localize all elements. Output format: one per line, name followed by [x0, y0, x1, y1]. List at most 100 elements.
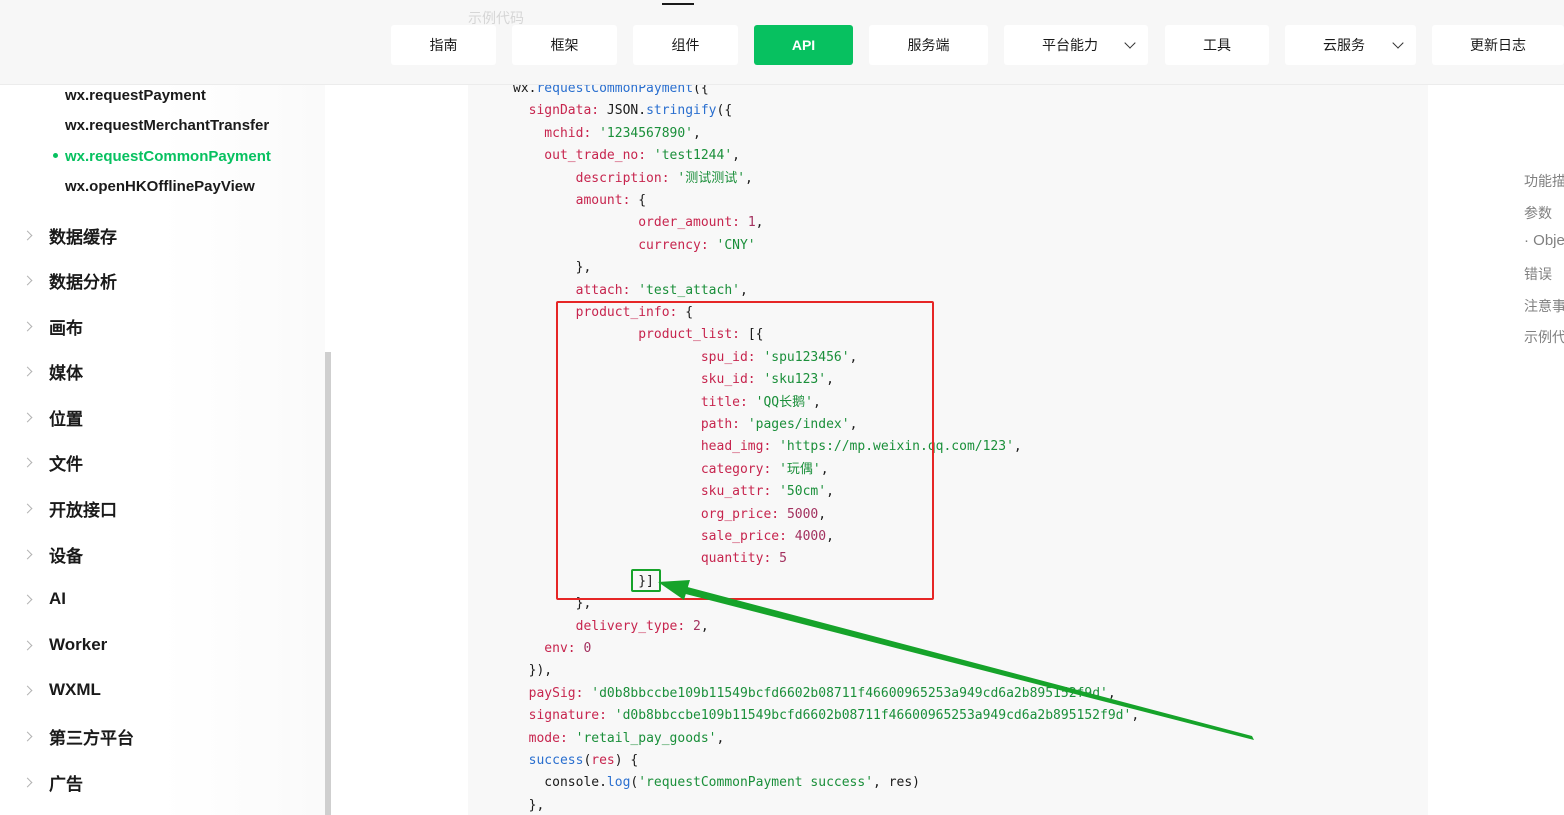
tab-label: 云服务 — [1323, 37, 1365, 53]
code-line: signature: 'd0b8bbccbe109b11549bcfd6602b… — [513, 705, 1140, 727]
tab-platform-capabilities[interactable]: 平台能力 — [1004, 25, 1148, 65]
code-token: order_amount: — [513, 215, 748, 231]
tab-changelog[interactable]: 更新日志 — [1432, 25, 1564, 65]
code-token: , — [745, 170, 753, 186]
code-token: , — [739, 282, 748, 298]
code-token: mode: — [513, 730, 576, 746]
sidebar-item-label: 广告 — [49, 774, 83, 794]
tab-api[interactable]: API — [754, 25, 853, 65]
sidebar-item-label: 设备 — [49, 546, 83, 566]
code-line: amount: { — [513, 190, 646, 212]
sidebar-subitem-open-hk-offline-pay-view[interactable]: wx.openHKOfflinePayView — [65, 178, 255, 195]
code-line: delivery_type: 2, — [513, 616, 709, 638]
sidebar-subitem-request-payment[interactable]: wx.requestPayment — [65, 87, 206, 104]
tab-tools[interactable]: 工具 — [1165, 25, 1269, 65]
code-token: , — [716, 730, 725, 746]
sidebar-item-ads[interactable]: 广告 — [22, 768, 83, 796]
tab-label: 更新日志 — [1470, 37, 1526, 53]
sidebar-subitem-request-merchant-transfer[interactable]: wx.requestMerchantTransfer — [65, 117, 269, 134]
code-token: 'CNY' — [716, 237, 756, 253]
code-token: 'd0b8bbccbe109b11549bcfd6602b08711f46600… — [614, 708, 1132, 724]
sidebar-item-open-api[interactable]: 开放接口 — [22, 494, 117, 522]
top-nav-bar: 示例代码 指南 框架 组件 API 服务端 平台能力 工具 云服务 更新日志 — [0, 0, 1564, 85]
chevron-right-icon — [22, 321, 33, 331]
code-token: 0 — [583, 641, 592, 656]
sidebar-item-storage[interactable]: 数据缓存 — [22, 221, 117, 249]
toc-item-description[interactable]: 功能描 — [1524, 171, 1564, 191]
annotation-red-box — [556, 301, 934, 600]
code-token: 2 — [693, 618, 701, 634]
tab-label: API — [791, 37, 816, 53]
toc-item-example[interactable]: 示例代 — [1524, 327, 1564, 347]
chevron-right-icon — [22, 275, 33, 285]
sidebar-item-worker[interactable]: Worker — [22, 631, 107, 659]
code-token: , res) — [873, 775, 921, 791]
chevron-right-icon — [22, 412, 33, 422]
code-token: JSON. — [606, 103, 647, 119]
tab-components[interactable]: 组件 — [633, 25, 738, 65]
toc-item-notes[interactable]: 注意事 — [1524, 296, 1564, 316]
sidebar-item-wxml[interactable]: WXML — [22, 676, 101, 704]
code-token: '1234567890' — [599, 125, 694, 141]
code-token: '测试测试' — [677, 170, 746, 186]
sidebar-item-device[interactable]: 设备 — [22, 540, 83, 568]
tab-guide[interactable]: 指南 — [391, 25, 496, 65]
sidebar-item-file[interactable]: 文件 — [22, 448, 83, 476]
code-token: log — [606, 775, 631, 791]
sidebar-item-location[interactable]: 位置 — [22, 403, 83, 431]
code-token: out_trade_no: — [513, 148, 654, 164]
tab-cloud-services[interactable]: 云服务 — [1285, 25, 1416, 65]
sidebar-scrollbar[interactable] — [325, 352, 331, 815]
code-token: }, — [513, 260, 592, 276]
annotation-green-box — [631, 569, 661, 592]
current-item-bullet — [53, 153, 58, 158]
code-token: stringify — [646, 103, 717, 119]
code-token: env: — [513, 641, 584, 656]
code-token: 'test1244' — [653, 148, 733, 164]
code-token: , — [1131, 708, 1140, 724]
toc-item-errors[interactable]: 错误 — [1524, 264, 1552, 284]
chevron-right-icon — [22, 731, 33, 741]
code-line: mchid: '1234567890', — [513, 123, 701, 145]
sidebar-item-third-party[interactable]: 第三方平台 — [22, 722, 134, 750]
chevron-right-icon — [22, 777, 33, 787]
sidebar-item-label: 数据缓存 — [49, 227, 117, 247]
sidebar-item-label: 数据分析 — [49, 272, 117, 292]
sidebar-subitem-request-common-payment[interactable]: wx.requestCommonPayment — [65, 148, 271, 165]
chevron-right-icon — [22, 230, 33, 240]
sidebar-item-media[interactable]: 媒体 — [22, 357, 83, 385]
sidebar-item-canvas[interactable]: 画布 — [22, 312, 83, 340]
tab-server[interactable]: 服务端 — [869, 25, 988, 65]
tab-label: 服务端 — [907, 37, 950, 53]
chevron-right-icon — [22, 503, 33, 513]
code-token: ) { — [614, 753, 639, 768]
code-token: delivery_type: — [513, 618, 694, 634]
toc-item-params[interactable]: 参数 — [1524, 203, 1552, 223]
sidebar-item-label: 开放接口 — [49, 500, 117, 520]
code-token: , — [693, 125, 701, 141]
code-token: signData: — [513, 103, 607, 119]
code-line: mode: 'retail_pay_goods', — [513, 728, 725, 750]
code-line: description: '测试测试', — [513, 168, 753, 190]
toc-item-object[interactable]: · Obje — [1524, 232, 1564, 249]
sidebar-item-label: WXML — [49, 680, 101, 699]
sidebar-item-analytics[interactable]: 数据分析 — [22, 266, 117, 294]
code-line: order_amount: 1, — [513, 212, 763, 234]
tab-framework[interactable]: 框架 — [512, 25, 617, 65]
code-line: wx.requestCommonPayment({ — [513, 85, 709, 100]
tab-label: 平台能力 — [1042, 37, 1098, 53]
code-token: 'd0b8bbccbe109b11549bcfd6602b08711f46600… — [591, 685, 1108, 701]
code-token: , — [755, 215, 764, 231]
chevron-right-icon — [22, 640, 33, 650]
code-token: attach: — [513, 282, 639, 298]
chevron-right-icon — [22, 594, 33, 604]
sidebar-item-ai[interactable]: AI — [22, 585, 66, 613]
chevron-down-icon — [1392, 37, 1404, 49]
code-token: { — [638, 193, 647, 208]
code-line: env: 0 — [513, 638, 591, 660]
code-line: }, — [513, 257, 592, 279]
code-token: }), — [513, 663, 553, 679]
code-line: console.log('requestCommonPayment succes… — [513, 772, 920, 794]
sidebar-item-label: 画布 — [49, 318, 83, 338]
